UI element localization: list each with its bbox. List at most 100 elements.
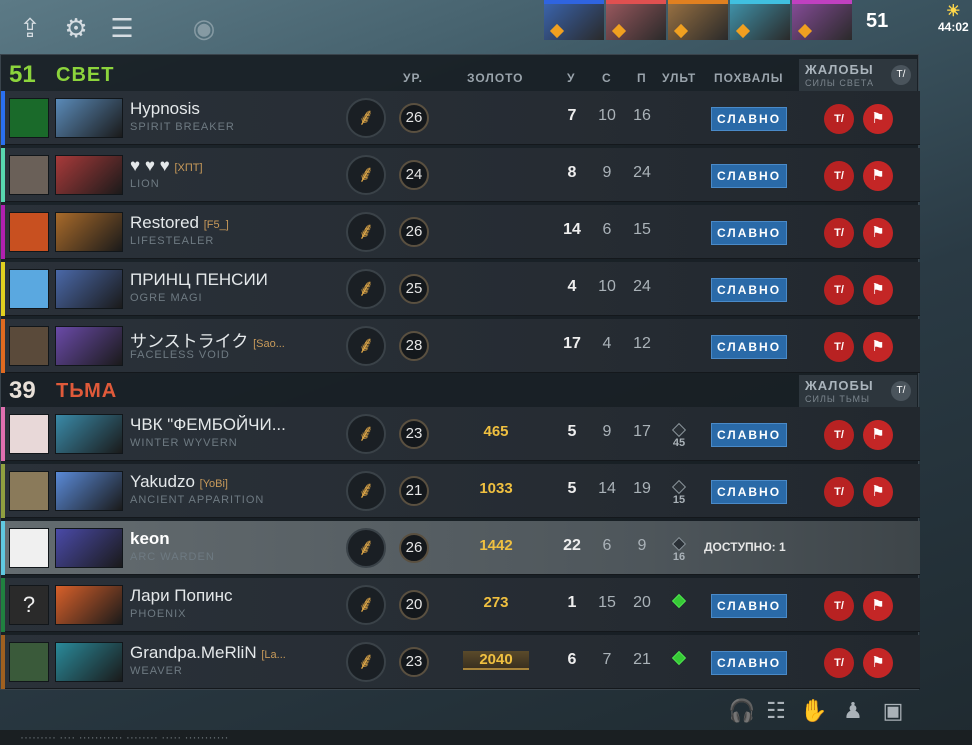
bottom-bar: ········· ···· ··········· ········ ····… [0,730,972,745]
praise-button[interactable]: СЛАВНО [711,221,787,245]
hero-portrait[interactable] [55,585,123,625]
talent-tree-icon[interactable]: ⸙ [346,471,386,511]
scoreboard-icon[interactable]: ☷ [763,698,789,724]
player-row[interactable]: Hypnosis SPIRIT BREAKER ⸙ 26 7 10 16 СЛАВНО T/ ⚑ [1,91,920,145]
mute-voice-icon[interactable]: T/ [824,104,854,134]
headset-icon[interactable]: 🎧 [728,698,755,724]
player-row[interactable]: ? Лари Попинс PHOENIX ⸙ 20 273 1 15 20 СЛАВНО T/ ⚑ [1,578,920,632]
player-avatar[interactable] [9,528,49,568]
mute-voice-icon[interactable]: T/ [824,477,854,507]
player-name[interactable]: ЧВК "ФЕМБОЙЧИ... [130,415,286,435]
hero-portrait[interactable] [55,269,123,309]
mute-voice-icon[interactable]: T/ [824,161,854,191]
player-row[interactable]: サンストライク [Sao... FACELESS VOID ⸙ 28 17 4 12 СЛАВ… [1,319,920,373]
player-name[interactable]: Grandpa.MeRliN [La... [130,643,286,663]
player-row[interactable]: ПРИНЦ ПЕНСИИ OGRE MAGI ⸙ 25 4 10 24 СЛАВНО T/ ⚑ [1,262,920,316]
talent-tree-icon[interactable]: ⸙ [346,528,386,568]
player-row[interactable]: ЧВК "ФЕМБОЙЧИ... WINTER WYVERN ⸙ 23 465 5 9 17… [1,407,920,461]
kills-value: 5 [567,480,577,497]
player-row[interactable]: ♥ ♥ ♥ [ХПТ] LION ⸙ 24 8 9 24 СЛАВНО T/ ⚑ [1,148,920,202]
praise-button[interactable]: СЛАВНО [711,423,787,447]
player-row[interactable]: Yakudzo [YoBi] ANCIENT APPARITION ⸙ 21 1033 5… [1,464,920,518]
talent-tree-icon[interactable]: ⸙ [346,414,386,454]
player-name[interactable]: keon [130,529,170,549]
report-flag-icon[interactable]: ⚑ [863,332,893,362]
mute-all-icon[interactable]: T/ [891,381,911,401]
player-avatar[interactable] [9,212,49,252]
hero-portrait[interactable] [55,414,123,454]
talent-tree-icon[interactable]: ⸙ [346,269,386,309]
player-avatar[interactable] [9,642,49,682]
player-avatar[interactable]: ? [9,585,49,625]
player-avatar[interactable] [9,269,49,309]
reports-sub: СИЛЫ ТЬМЫ [805,394,871,404]
praise-button[interactable]: СЛАВНО [711,164,787,188]
upload-icon[interactable]: ⇪ [14,12,46,44]
mute-voice-icon[interactable]: T/ [824,275,854,305]
hero-portrait[interactable] [55,326,123,366]
eye-icon[interactable]: ◉ [188,12,220,44]
player-avatar[interactable] [9,414,49,454]
gold-value: 1033 [479,480,513,497]
hero-portrait[interactable] [55,642,123,682]
player-name[interactable]: Лари Попинс [130,586,233,606]
report-flag-icon[interactable]: ⚑ [863,420,893,450]
report-flag-icon[interactable]: ⚑ [863,591,893,621]
talent-tree-icon[interactable]: ⸙ [346,155,386,195]
mute-voice-icon[interactable]: T/ [824,648,854,678]
talent-tree-icon[interactable]: ⸙ [346,98,386,138]
hero-portrait[interactable] [792,0,852,40]
report-flag-icon[interactable]: ⚑ [863,104,893,134]
chest-icon[interactable]: ▣ [880,698,906,724]
buyback-icon [673,23,689,39]
hero-portrait[interactable] [606,0,666,40]
hero-portrait[interactable] [55,98,123,138]
player-name[interactable]: ♥ ♥ ♥ [ХПТ] [130,156,203,176]
mute-voice-icon[interactable]: T/ [824,420,854,450]
mute-voice-icon[interactable]: T/ [824,218,854,248]
report-flag-icon[interactable]: ⚑ [863,161,893,191]
mute-all-icon[interactable]: T/ [891,65,911,85]
gear-icon[interactable]: ⚙ [60,12,92,44]
praise-button[interactable]: СЛАВНО [711,480,787,504]
praise-button[interactable]: СЛАВНО [711,107,787,131]
coach-icon[interactable]: ♟ [840,698,866,724]
report-flag-icon[interactable]: ⚑ [863,275,893,305]
menu-icon[interactable]: ☰ [106,12,138,44]
hero-name: ARC WARDEN [130,551,215,563]
hero-portrait[interactable] [730,0,790,40]
player-avatar[interactable] [9,471,49,511]
player-avatar[interactable] [9,326,49,366]
player-row[interactable]: keon ARC WARDEN ⸙ 26 1442 22 6 9 16 ДОСТУПНО: 1 [1,521,920,575]
talent-tree-icon[interactable]: ⸙ [346,642,386,682]
hero-portrait[interactable] [668,0,728,40]
hand-icon[interactable]: ✋ [800,698,827,724]
praise-button[interactable]: СЛАВНО [711,278,787,302]
player-row[interactable]: Grandpa.MeRliN [La... WEAVER ⸙ 23 2040 6 7 21 СЛ… [1,635,920,689]
praise-button[interactable]: СЛАВНО [711,335,787,359]
report-flag-icon[interactable]: ⚑ [863,648,893,678]
player-name[interactable]: ПРИНЦ ПЕНСИИ [130,270,268,290]
hero-portrait[interactable] [55,528,123,568]
hero-portrait[interactable] [544,0,604,40]
praise-button[interactable]: СЛАВНО [711,594,787,618]
player-row[interactable]: Restored [F5_] LIFESTEALER ⸙ 26 14 6 15 СЛАВНО T… [1,205,920,259]
hero-portrait[interactable] [55,471,123,511]
praise-button[interactable]: СЛАВНО [711,651,787,675]
assists-value: 19 [633,480,651,497]
report-flag-icon[interactable]: ⚑ [863,218,893,248]
player-name[interactable]: Hypnosis [130,99,200,119]
player-name[interactable]: Yakudzo [YoBi] [130,472,228,492]
talent-tree-icon[interactable]: ⸙ [346,585,386,625]
hero-portrait[interactable] [55,212,123,252]
player-color-bar [1,635,5,689]
player-avatar[interactable] [9,98,49,138]
hero-portrait[interactable] [55,155,123,195]
talent-tree-icon[interactable]: ⸙ [346,326,386,366]
player-avatar[interactable] [9,155,49,195]
talent-tree-icon[interactable]: ⸙ [346,212,386,252]
report-flag-icon[interactable]: ⚑ [863,477,893,507]
mute-voice-icon[interactable]: T/ [824,332,854,362]
player-name[interactable]: Restored [F5_] [130,213,229,233]
mute-voice-icon[interactable]: T/ [824,591,854,621]
